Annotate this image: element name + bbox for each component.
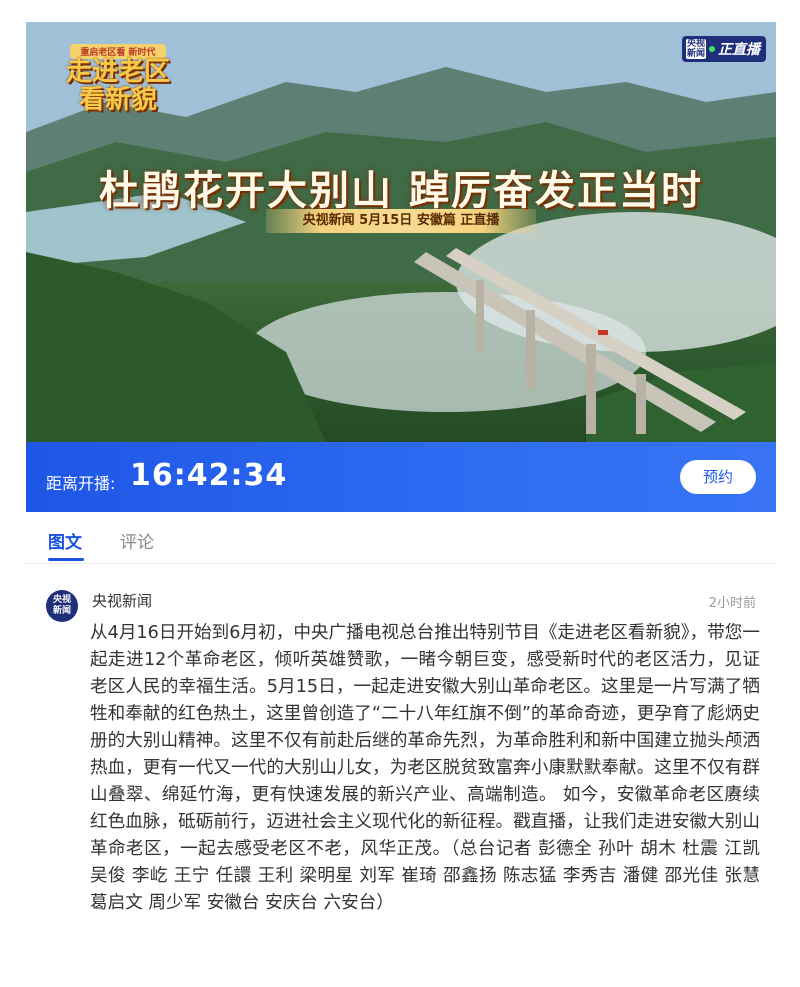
logo-line-1: 走进老区 [65, 57, 170, 87]
live-banner-image[interactable]: 重启老区看 新时代 走进老区 看新貌 央视 新闻 正直播 杜鹃花开大别山 踔厉奋发… [26, 22, 776, 442]
active-tab-indicator [48, 558, 84, 561]
post-body-text: 从4月16日开始到6月初，中央广播电视总台推出特别节目《走进老区看新貌》，带您一… [90, 623, 760, 913]
countdown-bar: 距离开播: 16:42:34 预约 [26, 442, 776, 512]
live-dot-icon [709, 46, 715, 52]
countdown-label: 距离开播: [46, 474, 116, 493]
banner-subtitle: 央视新闻 5月15日 安徽篇 正直播 [266, 209, 536, 233]
post-author[interactable]: 央视新闻 [92, 590, 152, 611]
banner-title: 杜鹃花开大别山 踔厉奋发正当时 [99, 167, 703, 214]
cctv-news-icon: 央视 新闻 [686, 39, 706, 59]
live-tag-text: 正直播 [718, 42, 760, 58]
reserve-button[interactable]: 预约 [680, 460, 756, 494]
countdown-time: 16:42:34 [130, 458, 288, 493]
logo-title: 走进老区 看新貌 [64, 58, 172, 114]
logo-line-2: 看新貌 [78, 85, 157, 115]
avatar[interactable]: 央视 新闻 [46, 590, 78, 622]
live-status-tag: 央视 新闻 正直播 [682, 36, 766, 62]
tab-article[interactable]: 图文 [48, 528, 82, 553]
program-logo: 重启老区看 新时代 走进老区 看新貌 [64, 44, 172, 122]
content-tabs: 图文 评论 [26, 512, 776, 564]
tab-comments[interactable]: 评论 [120, 528, 154, 553]
post-timestamp: 2小时前 [708, 596, 756, 611]
